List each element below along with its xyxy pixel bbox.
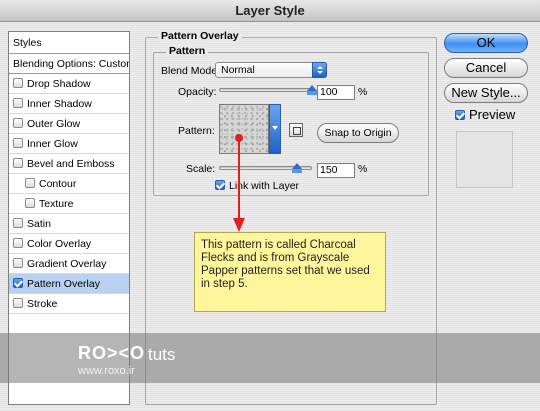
style-item-contour[interactable]: Contour — [9, 174, 129, 194]
style-item-label: Stroke — [27, 298, 58, 310]
cancel-button[interactable]: Cancel — [444, 58, 528, 78]
opacity-slider[interactable] — [219, 88, 312, 92]
blend-mode-select[interactable]: Normal — [215, 62, 327, 78]
style-item-label: Contour — [39, 178, 77, 190]
pattern-picker-dropdown[interactable] — [269, 104, 281, 154]
style-item-satin[interactable]: Satin — [9, 214, 129, 234]
style-item-inner-glow[interactable]: Inner Glow — [9, 134, 129, 154]
style-item-label: Inner Shadow — [27, 98, 92, 110]
style-item-stroke[interactable]: Stroke — [9, 294, 129, 314]
opacity-slider-thumb[interactable] — [307, 85, 317, 95]
style-item-label: Inner Glow — [27, 138, 78, 150]
link-with-layer[interactable]: Link with Layer — [215, 180, 299, 192]
blend-mode-value: Normal — [221, 64, 255, 76]
style-checkbox[interactable] — [13, 298, 23, 308]
arrow-down-icon — [233, 218, 245, 232]
pattern-swatch[interactable] — [219, 104, 269, 154]
style-item-color-overlay[interactable]: Color Overlay — [9, 234, 129, 254]
style-item-label: Outer Glow — [27, 118, 81, 130]
styles-header[interactable]: Styles — [9, 32, 129, 54]
pattern-overlay-title: Pattern Overlay — [158, 30, 242, 42]
style-checkbox[interactable] — [13, 238, 23, 248]
annotation-arrow-line — [238, 140, 240, 220]
style-item-pattern-overlay[interactable]: Pattern Overlay — [9, 274, 129, 294]
scale-slider-thumb[interactable] — [291, 163, 302, 173]
watermark-logo: RO><O — [78, 343, 146, 363]
window-title: Layer Style — [0, 0, 540, 22]
chevron-updown-icon — [312, 62, 327, 78]
style-item-outer-glow[interactable]: Outer Glow — [9, 114, 129, 134]
style-item-label: Satin — [27, 218, 51, 230]
opacity-field[interactable]: 100 — [317, 85, 355, 100]
style-checkbox[interactable] — [25, 178, 35, 188]
style-checkbox[interactable] — [13, 158, 23, 168]
scale-field[interactable]: 150 — [317, 163, 355, 178]
style-item-label: Pattern Overlay — [27, 278, 100, 290]
style-item-texture[interactable]: Texture — [9, 194, 129, 214]
preview-checkbox[interactable] — [455, 110, 465, 120]
scale-label: Scale: — [186, 163, 216, 175]
style-checkbox[interactable] — [13, 78, 23, 88]
preview-toggle[interactable]: Preview — [455, 107, 515, 122]
style-checkbox[interactable] — [13, 218, 23, 228]
opacity-percent: % — [358, 86, 368, 98]
style-checkbox[interactable] — [13, 258, 23, 268]
style-item-label: Drop Shadow — [27, 78, 91, 90]
watermark-url: www.roxo.ir — [78, 365, 135, 377]
pattern-subgroup-title: Pattern — [166, 45, 209, 57]
annotation-note: This pattern is called Charcoal Flecks a… — [194, 232, 386, 312]
style-item-drop-shadow[interactable]: Drop Shadow — [9, 74, 129, 94]
preview-label: Preview — [469, 107, 516, 122]
style-item-gradient-overlay[interactable]: Gradient Overlay — [9, 254, 129, 274]
opacity-label: Opacity: — [178, 86, 217, 98]
new-style-button[interactable]: New Style... — [444, 83, 528, 103]
style-checkbox[interactable] — [13, 138, 23, 148]
new-preset-icon[interactable] — [289, 123, 303, 137]
snap-to-origin-button[interactable]: Snap to Origin — [317, 123, 399, 143]
style-item-bevel-and-emboss[interactable]: Bevel and Emboss — [9, 154, 129, 174]
ok-button[interactable]: OK — [444, 33, 528, 53]
style-checkbox[interactable] — [13, 98, 23, 108]
style-item-label: Color Overlay — [27, 238, 92, 250]
style-item-label: Bevel and Emboss — [27, 158, 115, 170]
preview-thumbnail — [456, 131, 513, 188]
style-item-inner-shadow[interactable]: Inner Shadow — [9, 94, 129, 114]
blend-mode-label: Blend Mode: — [161, 65, 220, 77]
scale-percent: % — [358, 163, 368, 175]
style-checkbox[interactable] — [13, 278, 23, 288]
style-checkbox[interactable] — [13, 118, 23, 128]
pattern-label: Pattern: — [178, 125, 215, 137]
style-item-label: Texture — [39, 198, 74, 210]
style-item-label: Gradient Overlay — [27, 258, 107, 270]
style-checkbox[interactable] — [25, 198, 35, 208]
blending-options-item[interactable]: Blending Options: Custom — [9, 54, 129, 74]
watermark-tuts: tuts — [148, 345, 176, 364]
link-with-layer-checkbox[interactable] — [215, 180, 225, 190]
